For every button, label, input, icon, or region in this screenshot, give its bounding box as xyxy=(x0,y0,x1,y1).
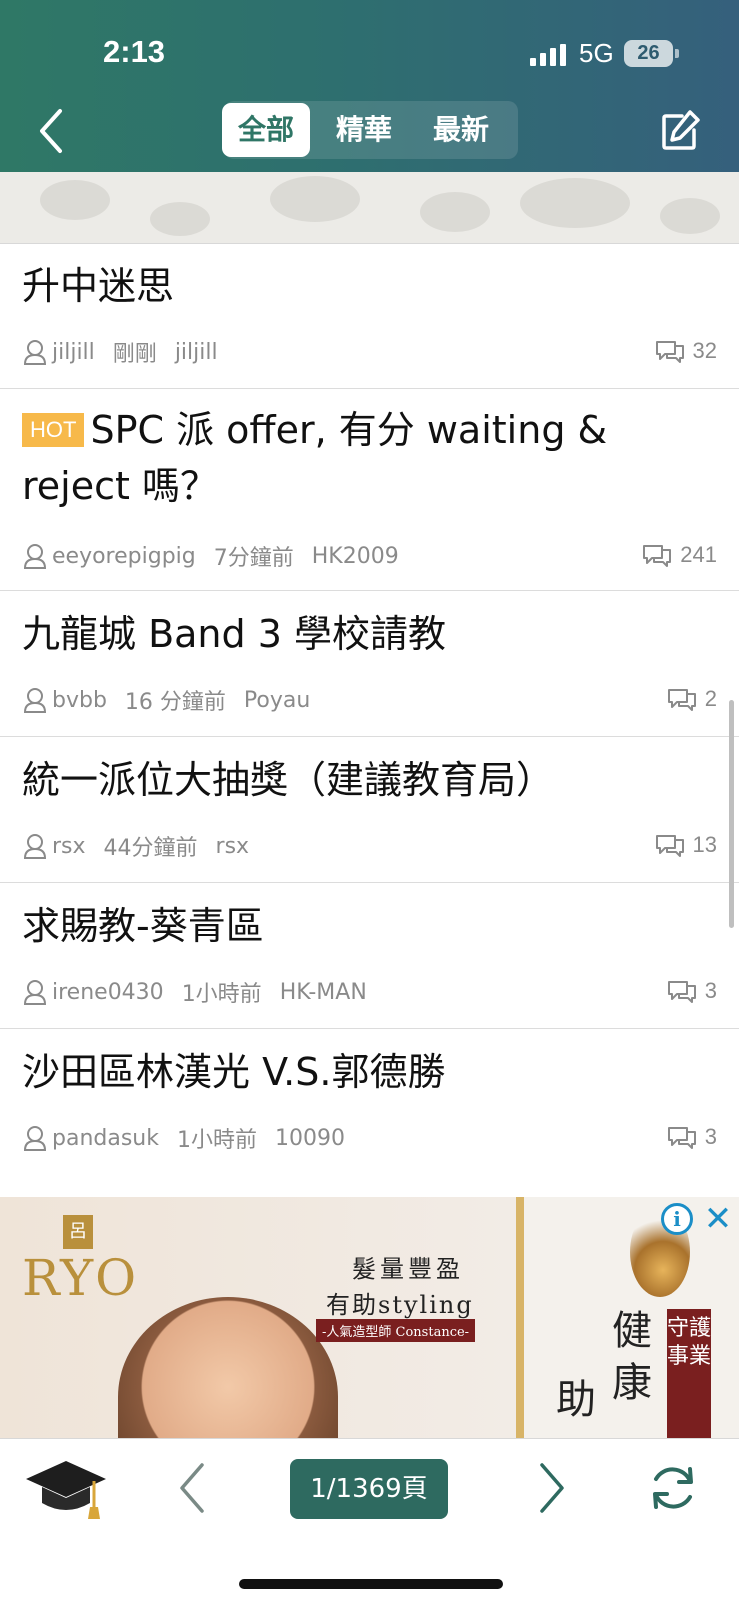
thread-title: 統一派位大抽獎（建議教育局） xyxy=(22,758,555,802)
next-page-icon[interactable] xyxy=(532,1459,572,1517)
ad-headline: 髮量豐盈 xyxy=(352,1255,464,1283)
comment-icon xyxy=(667,981,696,1003)
thread-time: 16 分鐘前 xyxy=(124,690,226,715)
ad-info-icon[interactable]: i xyxy=(661,1203,693,1235)
home-indicator[interactable] xyxy=(239,1579,503,1589)
previous-page-icon[interactable] xyxy=(172,1459,212,1517)
thread-author[interactable]: bvbb xyxy=(52,688,107,713)
reply-count-value: 32 xyxy=(692,338,717,363)
ad-tagline: -人氣造型師 Constance- xyxy=(316,1319,476,1342)
thread-meta: rsx 44分鐘前 rsx xyxy=(22,830,249,862)
user-icon xyxy=(23,980,47,1005)
thread-time: 剛剛 xyxy=(112,342,157,367)
thread-time: 7分鐘前 xyxy=(213,546,294,571)
comment-icon xyxy=(643,545,672,567)
thread-author[interactable]: jiljill xyxy=(52,340,95,365)
thread-meta: pandasuk 1小時前 10090 xyxy=(22,1122,345,1154)
comment-icon xyxy=(655,341,684,363)
back-button[interactable] xyxy=(32,105,72,157)
page-indicator[interactable]: 1/1369頁 xyxy=(290,1459,448,1519)
thread-last-reply[interactable]: HK-MAN xyxy=(280,980,367,1005)
ad-divider xyxy=(516,1197,524,1438)
thread-time: 1小時前 xyxy=(181,982,262,1007)
graduation-cap-icon[interactable] xyxy=(24,1457,108,1521)
thread-item[interactable]: 求賜教-葵青區 irene0430 1小時前 HK-MAN 3 xyxy=(0,884,739,1029)
user-icon xyxy=(23,544,47,569)
ad-brand-mark: 呂 xyxy=(63,1215,93,1249)
reply-count: 13 xyxy=(655,832,717,858)
compose-button[interactable] xyxy=(660,108,700,152)
user-icon xyxy=(23,340,47,365)
thread-item[interactable]: 沙田區林漢光 V.S.郭德勝 pandasuk 1小時前 10090 3 xyxy=(0,1030,739,1197)
ad-brand: RYO xyxy=(22,1249,139,1307)
thread-time: 1小時前 xyxy=(176,1128,257,1153)
thread-last-reply[interactable]: Poyau xyxy=(244,688,310,713)
signal-icon xyxy=(530,44,566,66)
ad-close-icon[interactable]: ✕ xyxy=(701,1201,735,1237)
reply-count: 241 xyxy=(642,542,717,568)
thread-title: 沙田區林漢光 V.S.郭德勝 xyxy=(22,1050,446,1094)
reply-count: 3 xyxy=(667,1124,717,1150)
thread-last-reply[interactable]: HK2009 xyxy=(312,544,399,569)
comment-icon xyxy=(655,835,684,857)
battery-icon: 26 xyxy=(624,40,673,67)
ad-vertical-text: 守護事業 xyxy=(667,1309,711,1438)
tab-all[interactable]: 全部 xyxy=(222,103,310,157)
comment-icon xyxy=(667,1127,696,1149)
reply-count-value: 241 xyxy=(680,542,717,567)
user-icon xyxy=(23,834,47,859)
thread-last-reply[interactable]: rsx xyxy=(216,834,250,859)
user-icon xyxy=(23,1126,47,1151)
banner-texture xyxy=(0,172,739,244)
thread-meta: eeyorepigpig 7分鐘前 HK2009 xyxy=(22,540,399,572)
thread-meta: irene0430 1小時前 HK-MAN xyxy=(22,976,367,1008)
thread-item[interactable]: HOT SPC 派 offer, 有分 waiting & reject 嗎？ e… xyxy=(0,390,739,591)
scrollbar[interactable] xyxy=(729,700,734,928)
thread-title: HOT SPC 派 offer, 有分 waiting & reject 嗎？ xyxy=(22,402,722,514)
tab-featured[interactable]: 精華 xyxy=(320,103,408,157)
thread-item[interactable]: 升中迷思 jiljill 剛剛 jiljill 32 xyxy=(0,244,739,389)
network-label: 5G xyxy=(579,38,614,68)
thread-meta: jiljill 剛剛 jiljill xyxy=(22,336,218,368)
reply-count-value: 13 xyxy=(692,832,717,857)
user-icon xyxy=(23,688,47,713)
tab-latest[interactable]: 最新 xyxy=(417,103,505,157)
status-time: 2:13 xyxy=(103,34,166,69)
top-header: 2:13 5G 26 全部 精華 最新 xyxy=(0,0,739,172)
thread-meta: bvbb 16 分鐘前 Poyau xyxy=(22,684,310,716)
thread-title: 九龍城 Band 3 學校請教 xyxy=(22,612,446,656)
comment-icon xyxy=(667,689,696,711)
battery-tip xyxy=(675,49,679,58)
thread-last-reply[interactable]: jiljill xyxy=(175,340,218,365)
thread-item[interactable]: 九龍城 Band 3 學校請教 bvbb 16 分鐘前 Poyau 2 xyxy=(0,592,739,737)
tab-segment: 全部 精華 最新 xyxy=(222,101,518,159)
thread-time: 44分鐘前 xyxy=(103,836,198,861)
thread-title: 升中迷思 xyxy=(22,264,175,308)
bottom-toolbar: 1/1369頁 xyxy=(0,1438,739,1600)
reply-count: 3 xyxy=(667,978,717,1004)
edit-icon xyxy=(662,110,700,150)
ad-help-text: 助 xyxy=(556,1377,596,1423)
reply-count: 2 xyxy=(667,686,717,712)
ad-banner[interactable]: 呂 RYO 髮量豐盈 有助styling -人氣造型師 Constance- 健… xyxy=(0,1197,739,1438)
thread-last-reply[interactable]: 10090 xyxy=(275,1126,345,1151)
reply-count: 32 xyxy=(655,338,717,364)
ad-big-text: 健康 xyxy=(612,1308,652,1406)
thread-title-text: SPC 派 offer, 有分 waiting & reject 嗎？ xyxy=(22,408,608,508)
reply-count-value: 2 xyxy=(704,686,717,711)
ad-subheadline: 有助styling xyxy=(326,1291,474,1319)
reply-count-value: 3 xyxy=(704,1124,717,1149)
thread-author[interactable]: rsx xyxy=(52,834,86,859)
thread-title: 求賜教-葵青區 xyxy=(22,904,264,948)
thread-item[interactable]: 統一派位大抽獎（建議教育局） rsx 44分鐘前 rsx 13 xyxy=(0,738,739,883)
chevron-left-icon xyxy=(40,109,62,153)
thread-author[interactable]: eeyorepigpig xyxy=(52,544,196,569)
reply-count-value: 3 xyxy=(704,978,717,1003)
hot-badge: HOT xyxy=(22,413,85,447)
refresh-icon[interactable] xyxy=(646,1461,700,1515)
thread-author[interactable]: pandasuk xyxy=(52,1126,159,1151)
thread-author[interactable]: irene0430 xyxy=(52,980,164,1005)
